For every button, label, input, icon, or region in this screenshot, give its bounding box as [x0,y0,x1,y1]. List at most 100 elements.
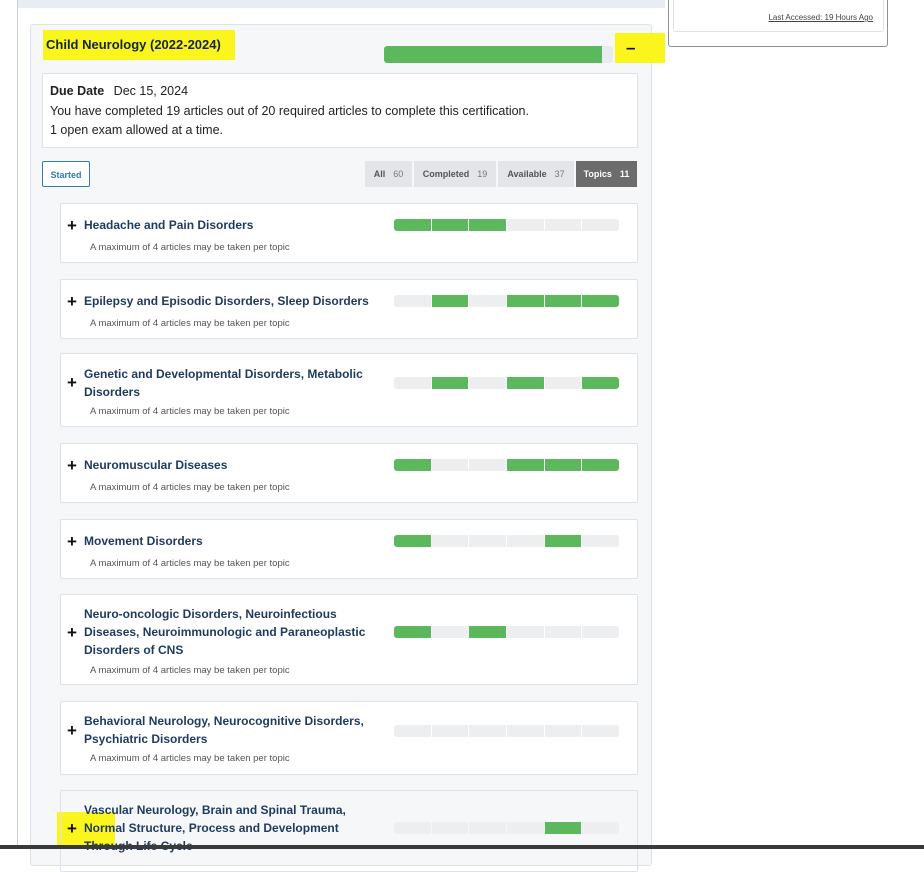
tab-topics-label: Topics [583,169,612,179]
topic-title[interactable]: Headache and Pain Disorders [84,216,384,234]
topic-title[interactable]: Epilepsy and Episodic Disorders, Sleep D… [84,292,384,310]
progress-segment-empty [507,535,544,547]
progress-segment-filled [582,295,620,307]
minus-icon: – [626,38,636,57]
progress-segment-empty [431,535,469,547]
collapse-button[interactable]: – [615,33,665,63]
topic-card: + Neuromuscular Diseases A maximum of 4 … [60,443,638,503]
topic-progress-bar [394,459,620,471]
progress-segment-empty [582,725,620,737]
progress-segment-empty [431,822,469,834]
progress-segment-filled [544,295,582,307]
started-filter-button[interactable]: Started [42,161,90,187]
progress-segment-empty [507,219,544,231]
progress-segment-filled [507,459,544,471]
progress-segment-empty [394,377,431,389]
topic-title[interactable]: Genetic and Developmental Disorders, Met… [84,365,364,401]
expand-plus-icon[interactable]: + [67,457,77,474]
completion-text: You have completed 19 articles out of 20… [50,104,529,118]
progress-segment-empty [469,295,507,307]
expand-plus-icon[interactable]: + [67,820,77,837]
progress-segment-empty [582,626,620,638]
progress-segment-empty [544,219,582,231]
topic-card: + Neuro-oncologic Disorders, Neuroinfect… [60,594,638,685]
progress-segment-filled [394,219,431,231]
topic-title[interactable]: Neuro-oncologic Disorders, Neuroinfectio… [84,605,384,659]
progress-segment-empty [544,377,582,389]
tab-available[interactable]: Available 37 [498,161,574,187]
progress-segment-empty [431,626,469,638]
due-date-label: Due Date [50,84,105,98]
progress-segment-empty [507,822,544,834]
expand-plus-icon[interactable]: + [67,624,77,641]
progress-segment-empty [544,626,582,638]
progress-segment-filled [469,219,507,231]
progress-segment-empty [582,219,620,231]
progress-segment-empty [431,725,469,737]
progress-segment-filled [544,822,582,834]
exam-limit-text: 1 open exam allowed at a time. [50,123,224,137]
expand-plus-icon[interactable]: + [67,374,77,391]
page-left-border [17,0,18,849]
progress-segment-empty [394,295,431,307]
certification-title: Child Neurology (2022-2024) [43,30,235,60]
progress-segment-empty [469,725,507,737]
expand-plus-icon[interactable]: + [67,293,77,310]
progress-segment-filled [507,377,544,389]
last-accessed-link[interactable]: Last Accessed: 19 Hours Ago [768,13,873,22]
tab-all-label: All [373,169,386,179]
progress-segment-filled [582,459,620,471]
progress-segment-empty [582,535,620,547]
due-date-value: Dec 15, 2024 [113,84,189,98]
progress-segment-empty [469,822,507,834]
topic-note: A maximum of 4 articles may be taken per… [90,665,290,676]
progress-segment-filled [507,295,544,307]
topic-progress-bar [394,377,620,389]
topic-title[interactable]: Neuromuscular Diseases [84,456,384,474]
progress-segment-empty [507,725,544,737]
tab-completed-label: Completed [422,169,470,179]
topic-card: + Genetic and Developmental Disorders, M… [60,353,638,427]
topic-progress-bar [394,626,620,638]
topic-note: A maximum of 4 articles may be taken per… [90,242,290,253]
tab-available-count: 37 [554,169,565,179]
tab-topics[interactable]: Topics 11 [576,161,637,187]
progress-segment-filled [582,377,620,389]
certification-info: Due Date Dec 15, 2024 You have completed… [42,73,638,148]
progress-segment-filled [431,295,469,307]
bottom-border [0,845,924,849]
progress-segment-empty [469,535,507,547]
tab-all[interactable]: All 60 [365,161,412,187]
progress-segment-empty [582,822,620,834]
topic-title[interactable]: Behavioral Neurology, Neurocognitive Dis… [84,712,384,748]
tab-completed-count: 19 [477,169,488,179]
progress-segment-empty [507,626,544,638]
topic-note: A maximum of 4 articles may be taken per… [90,318,290,329]
expand-plus-icon[interactable]: + [67,722,77,739]
topic-note: A maximum of 4 articles may be taken per… [90,482,290,493]
tab-all-count: 60 [393,169,404,179]
progress-segment-filled [394,535,431,547]
progress-segment-empty [431,459,469,471]
topic-card: + Movement Disorders A maximum of 4 arti… [60,519,638,579]
tab-available-label: Available [507,169,547,179]
topic-note: A maximum of 4 articles may be taken per… [90,753,290,764]
recent-activity-inner: Last Accessed: 19 Hours Ago [673,0,884,32]
expand-plus-icon[interactable]: + [67,533,77,550]
overall-progress-bar [384,46,613,63]
topic-progress-bar [394,295,620,307]
progress-segment-empty [544,725,582,737]
tab-topics-count: 11 [619,169,630,179]
topic-progress-bar [394,219,620,231]
expand-plus-icon[interactable]: + [67,217,77,234]
topic-card: + Behavioral Neurology, Neurocognitive D… [60,701,638,775]
progress-segment-filled [544,535,582,547]
topic-card: + Headache and Pain Disorders A maximum … [60,203,638,263]
topic-note: A maximum of 4 articles may be taken per… [90,406,290,417]
progress-segment-filled [394,626,431,638]
progress-segment-empty [394,725,431,737]
progress-segment-empty [394,822,431,834]
topic-title[interactable]: Movement Disorders [84,532,384,550]
topic-progress-bar [394,725,620,737]
tab-completed[interactable]: Completed 19 [414,161,496,187]
